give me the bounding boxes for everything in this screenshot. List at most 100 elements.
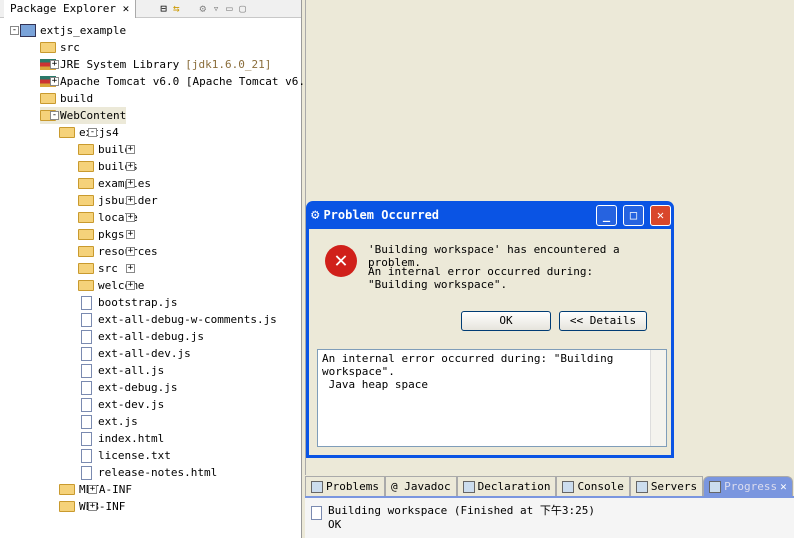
expand-icon[interactable]: + (126, 145, 135, 154)
tree-item[interactable]: + WEB-INF (59, 498, 125, 515)
scrollbar[interactable] (650, 350, 666, 446)
tree-item-label: WebContent (60, 109, 127, 122)
tree-item[interactable]: index.html (78, 430, 164, 447)
tree-item[interactable]: + examples (78, 175, 151, 192)
expand-icon[interactable]: + (126, 162, 135, 171)
progress-line: Building workspace (Finished at 下午3:25) (328, 504, 596, 517)
tree-item-label: license.txt (98, 449, 171, 462)
collapse-all-icon[interactable]: ⊟ (160, 2, 167, 15)
tab-servers[interactable]: Servers (629, 476, 704, 496)
tab-label: Problems (326, 480, 379, 493)
tree-item[interactable]: build (40, 90, 93, 107)
tree-item[interactable]: + JRE System Library [jdk1.6.0_21] (40, 56, 271, 73)
tree-item[interactable]: + Apache Tomcat v6.0 [Apache Tomcat v6.0] (40, 73, 318, 90)
tree-item[interactable]: + src (78, 260, 135, 277)
tree-item-label: ext-debug.js (98, 381, 178, 394)
tree-item[interactable]: license.txt (78, 447, 171, 464)
file-icon (81, 414, 92, 429)
tree-item[interactable]: ext-all-dev.js (78, 345, 191, 362)
expand-icon[interactable]: + (126, 213, 135, 222)
maximize-button[interactable]: □ (623, 204, 644, 226)
tree-item[interactable]: ext-dev.js (78, 396, 164, 413)
tree-item[interactable]: + welcome (78, 277, 144, 294)
tree-item[interactable]: ext-all-debug-w-comments.js (78, 311, 277, 328)
tree-item-label: index.html (98, 432, 165, 445)
details-button[interactable]: << Details (559, 311, 647, 331)
ok-button[interactable]: OK (461, 311, 551, 331)
tree-item-label: ext-all-debug.js (98, 330, 204, 343)
expand-icon[interactable]: + (126, 247, 135, 256)
folder-icon (78, 263, 94, 274)
tab-icon (462, 480, 475, 493)
tree-item-label: ext-all-debug-w-comments.js (98, 313, 277, 326)
expand-icon[interactable]: + (126, 264, 135, 273)
details-textarea[interactable]: An internal error occurred during: "Buil… (317, 349, 667, 447)
close-icon[interactable]: ✕ (780, 480, 787, 493)
tab-label: Package Explorer (10, 2, 116, 15)
tree-item[interactable]: + builds (78, 158, 138, 175)
file-icon (81, 329, 92, 344)
bottom-panel: Problems @ Javadoc Declaration Console Serve… (305, 476, 794, 538)
project-icon (20, 24, 36, 37)
tab-declaration[interactable]: Declaration (456, 476, 557, 496)
tab-javadoc[interactable]: @ Javadoc (384, 476, 457, 496)
tree-item-label: ext-all-dev.js (98, 347, 191, 360)
tree-item[interactable]: bootstrap.js (78, 294, 177, 311)
tree-item[interactable]: - WebContent (40, 107, 127, 124)
tab-icon (311, 480, 323, 493)
tree-item[interactable]: ext-all-debug.js (78, 328, 204, 345)
link-editor-icon[interactable]: ⇆ (173, 2, 180, 15)
tree-item[interactable]: +resources (78, 243, 158, 260)
tree-item[interactable]: src (40, 39, 80, 56)
dialog-title: Problem Occurred (323, 208, 440, 222)
expand-icon[interactable]: + (50, 77, 59, 86)
tree-item[interactable]: + META-INF (59, 481, 132, 498)
expand-icon[interactable]: + (88, 485, 97, 494)
folder-icon (78, 195, 94, 206)
error-detail: An internal error occurred during: "Buil… (368, 265, 594, 291)
binary-file-icon (311, 506, 322, 520)
tree-item[interactable]: + build (78, 141, 135, 158)
tree-item-label: JRE System Library (60, 58, 180, 71)
expand-icon[interactable]: + (88, 502, 97, 511)
tab-icon (709, 480, 722, 493)
tree-item[interactable]: + pkgs (78, 226, 135, 243)
minimize-button[interactable]: _ (596, 204, 617, 226)
tree-item[interactable]: ext.js (78, 413, 138, 430)
tree-item-label: examples (98, 177, 151, 190)
tree-item[interactable]: + locale (78, 209, 138, 226)
tree-item[interactable]: +jsbuilder (78, 192, 158, 209)
folder-icon (59, 484, 75, 495)
file-icon (81, 448, 92, 463)
collapse-icon[interactable]: - (50, 111, 59, 120)
dialog-body: ✕ 'Building workspace' has encountered a… (309, 229, 671, 455)
close-icon[interactable]: ✕ (123, 2, 130, 15)
collapse-icon[interactable]: - (88, 128, 97, 137)
file-icon (81, 295, 92, 310)
folder-icon (78, 246, 94, 257)
view-menu-icon[interactable]: ⚙ ▿ ▭ ▢ (199, 2, 245, 15)
tab-package-explorer[interactable]: Package Explorer ✕ (4, 0, 137, 18)
collapse-icon[interactable]: - (10, 26, 19, 35)
tree-item[interactable]: ext-debug.js (78, 379, 177, 396)
eclipse-icon: ⚙ (311, 207, 320, 223)
tree-item[interactable]: release-notes.html (78, 464, 217, 481)
tab-progress[interactable]: Progress ✕ (703, 476, 793, 496)
expand-icon[interactable]: + (50, 60, 59, 69)
tree-item[interactable]: - extjs4 (59, 124, 119, 141)
tree-item-label: ext.js (98, 415, 138, 428)
tree-item-label: ext-all.js (98, 364, 165, 377)
folder-icon (78, 229, 94, 240)
folder-icon (40, 42, 56, 53)
folder-icon (78, 144, 94, 155)
tree-item[interactable]: ext-all.js (78, 362, 164, 379)
tree-item[interactable]: - extjs_example (10, 22, 126, 39)
expand-icon[interactable]: + (126, 179, 135, 188)
tab-problems[interactable]: Problems (305, 476, 385, 496)
close-button[interactable]: ✕ (650, 204, 671, 226)
expand-icon[interactable]: + (126, 230, 135, 239)
tab-console[interactable]: Console (556, 476, 630, 496)
expand-icon[interactable]: + (126, 196, 135, 205)
file-icon (81, 346, 92, 361)
expand-icon[interactable]: + (126, 281, 135, 290)
